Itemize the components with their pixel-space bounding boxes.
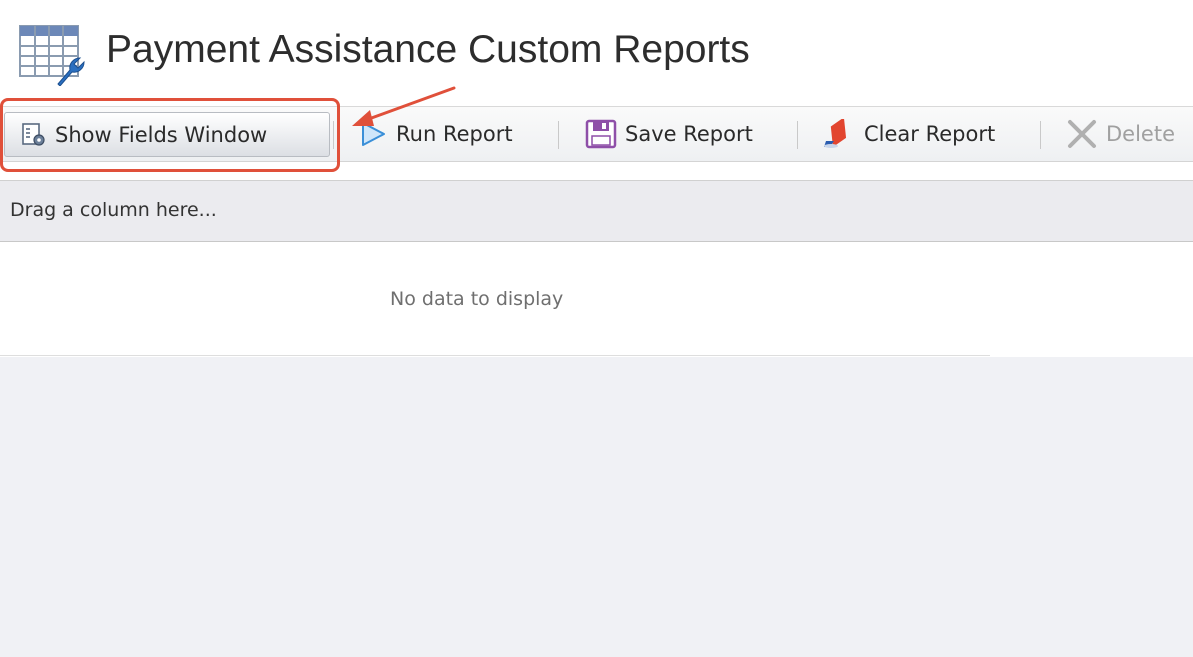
play-icon (358, 120, 388, 148)
page-title: Payment Assistance Custom Reports (106, 28, 750, 71)
save-report-button[interactable]: Save Report (585, 107, 753, 161)
floppy-disk-icon (585, 119, 617, 149)
toolbar-separator (333, 121, 334, 149)
grid-body: No data to display (0, 242, 1193, 356)
clear-report-label: Clear Report (864, 122, 996, 146)
header: Payment Assistance Custom Reports (0, 0, 1193, 100)
group-panel-hint: Drag a column here... (10, 199, 217, 221)
grid-divider (0, 355, 990, 356)
toolbar: Show Fields Window Run Report Save Repor… (0, 106, 1193, 162)
save-report-label: Save Report (625, 122, 753, 146)
report-table-wrench-icon (19, 25, 85, 86)
group-panel[interactable]: Drag a column here... (0, 180, 1193, 242)
show-fields-window-button[interactable]: Show Fields Window (4, 112, 330, 157)
delete-button[interactable]: Delete (1066, 107, 1175, 161)
toolbar-separator (797, 121, 798, 149)
toolbar-separator (558, 121, 559, 149)
fields-window-icon (21, 122, 47, 148)
toolbar-separator (1040, 121, 1041, 149)
delete-label: Delete (1106, 122, 1175, 146)
close-x-icon (1066, 118, 1098, 150)
run-report-label: Run Report (396, 122, 513, 146)
page: Payment Assistance Custom Reports Show F… (0, 0, 1193, 657)
show-fields-window-label: Show Fields Window (55, 122, 268, 147)
clear-report-button[interactable]: Clear Report (822, 107, 995, 161)
run-report-button[interactable]: Run Report (358, 107, 513, 161)
empty-grid-message: No data to display (390, 288, 564, 310)
eraser-icon (822, 119, 856, 149)
